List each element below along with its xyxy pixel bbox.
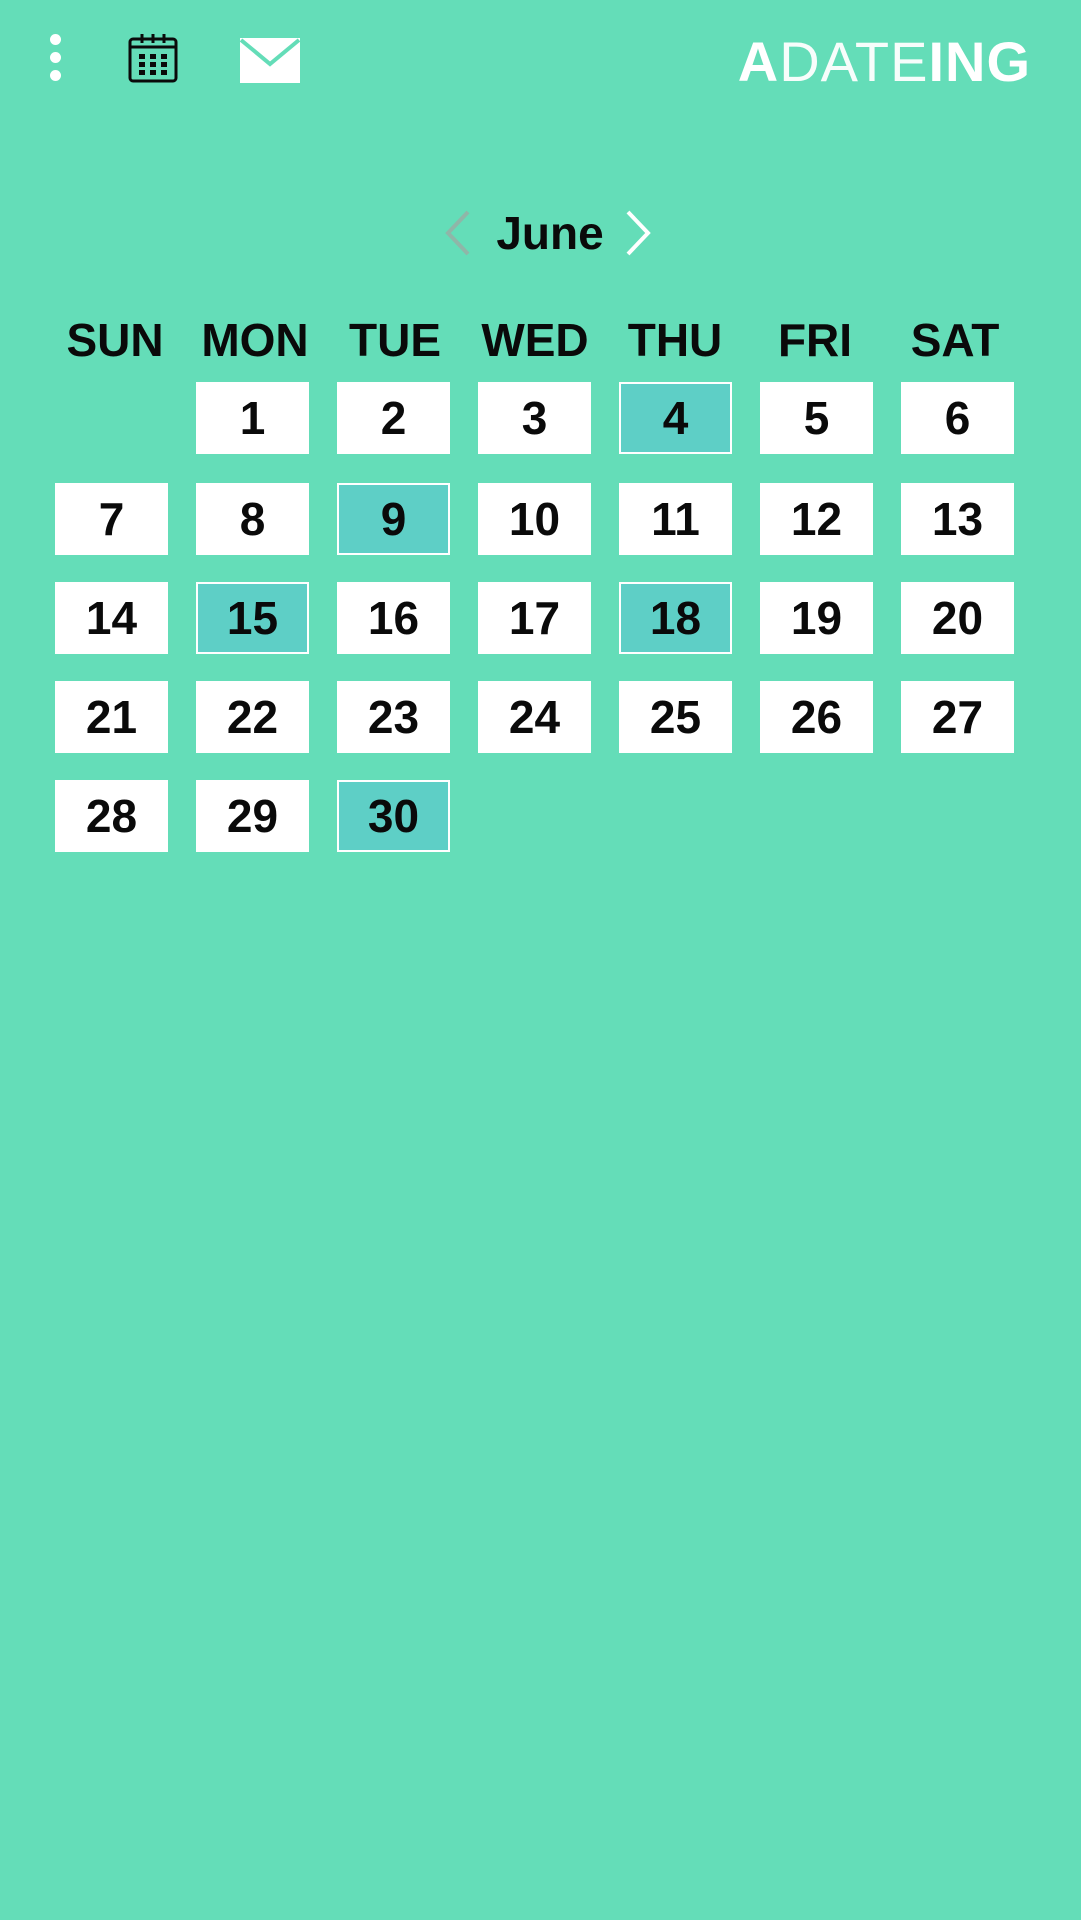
day-cell[interactable]: 8: [196, 483, 309, 555]
day-cell[interactable]: 3: [478, 382, 591, 454]
more-vertical-icon[interactable]: [40, 30, 72, 86]
chevron-right-icon[interactable]: [622, 208, 656, 258]
day-cell[interactable]: 15: [196, 582, 309, 654]
day-cell[interactable]: 10: [478, 483, 591, 555]
day-cell[interactable]: 5: [760, 382, 873, 454]
weekday-label: FRI: [777, 314, 853, 366]
weekday-label: TUE: [349, 314, 441, 366]
mail-icon[interactable]: [239, 37, 301, 84]
logo-part-a: A: [737, 30, 780, 93]
day-cell[interactable]: 23: [337, 681, 450, 753]
weekday-label: WED: [481, 314, 589, 366]
day-cell[interactable]: 12: [760, 483, 873, 555]
day-cell[interactable]: 11: [619, 483, 732, 555]
day-cell[interactable]: 26: [760, 681, 873, 753]
calendar-icon[interactable]: [126, 31, 180, 85]
day-cell[interactable]: 30: [337, 780, 450, 852]
app-logo: A DATE ING: [738, 24, 1031, 94]
day-cell[interactable]: 4: [619, 382, 732, 454]
weekday-label: MON: [201, 314, 309, 366]
day-cell[interactable]: 21: [55, 681, 168, 753]
day-cell[interactable]: 7: [55, 483, 168, 555]
weekday-label: SAT: [910, 314, 1000, 366]
day-cell[interactable]: 1: [196, 382, 309, 454]
chevron-left-icon[interactable]: [440, 208, 474, 258]
day-cell[interactable]: 29: [196, 780, 309, 852]
day-cell[interactable]: 14: [55, 582, 168, 654]
weekday-label: SUN: [66, 314, 164, 366]
logo-part-ing: ING: [928, 30, 1031, 93]
weekday-header: SUN MON TUE WED THU FRI SAT: [55, 310, 1015, 370]
logo-part-date: DATE: [779, 30, 929, 93]
month-navigator: June: [430, 198, 670, 268]
day-cell[interactable]: 2: [337, 382, 450, 454]
day-cell[interactable]: 28: [55, 780, 168, 852]
top-bar: A DATE ING: [0, 0, 1081, 120]
day-cell[interactable]: 17: [478, 582, 591, 654]
month-label: June: [496, 207, 604, 259]
day-cell[interactable]: 25: [619, 681, 732, 753]
weekday-label: THU: [627, 314, 723, 366]
day-cell[interactable]: 16: [337, 582, 450, 654]
day-cell[interactable]: 9: [337, 483, 450, 555]
day-cell[interactable]: 24: [478, 681, 591, 753]
day-cell[interactable]: 19: [760, 582, 873, 654]
day-cell[interactable]: 6: [901, 382, 1014, 454]
day-cell[interactable]: 18: [619, 582, 732, 654]
day-cell[interactable]: 27: [901, 681, 1014, 753]
day-cell[interactable]: 22: [196, 681, 309, 753]
day-cell[interactable]: 13: [901, 483, 1014, 555]
day-cell[interactable]: 20: [901, 582, 1014, 654]
